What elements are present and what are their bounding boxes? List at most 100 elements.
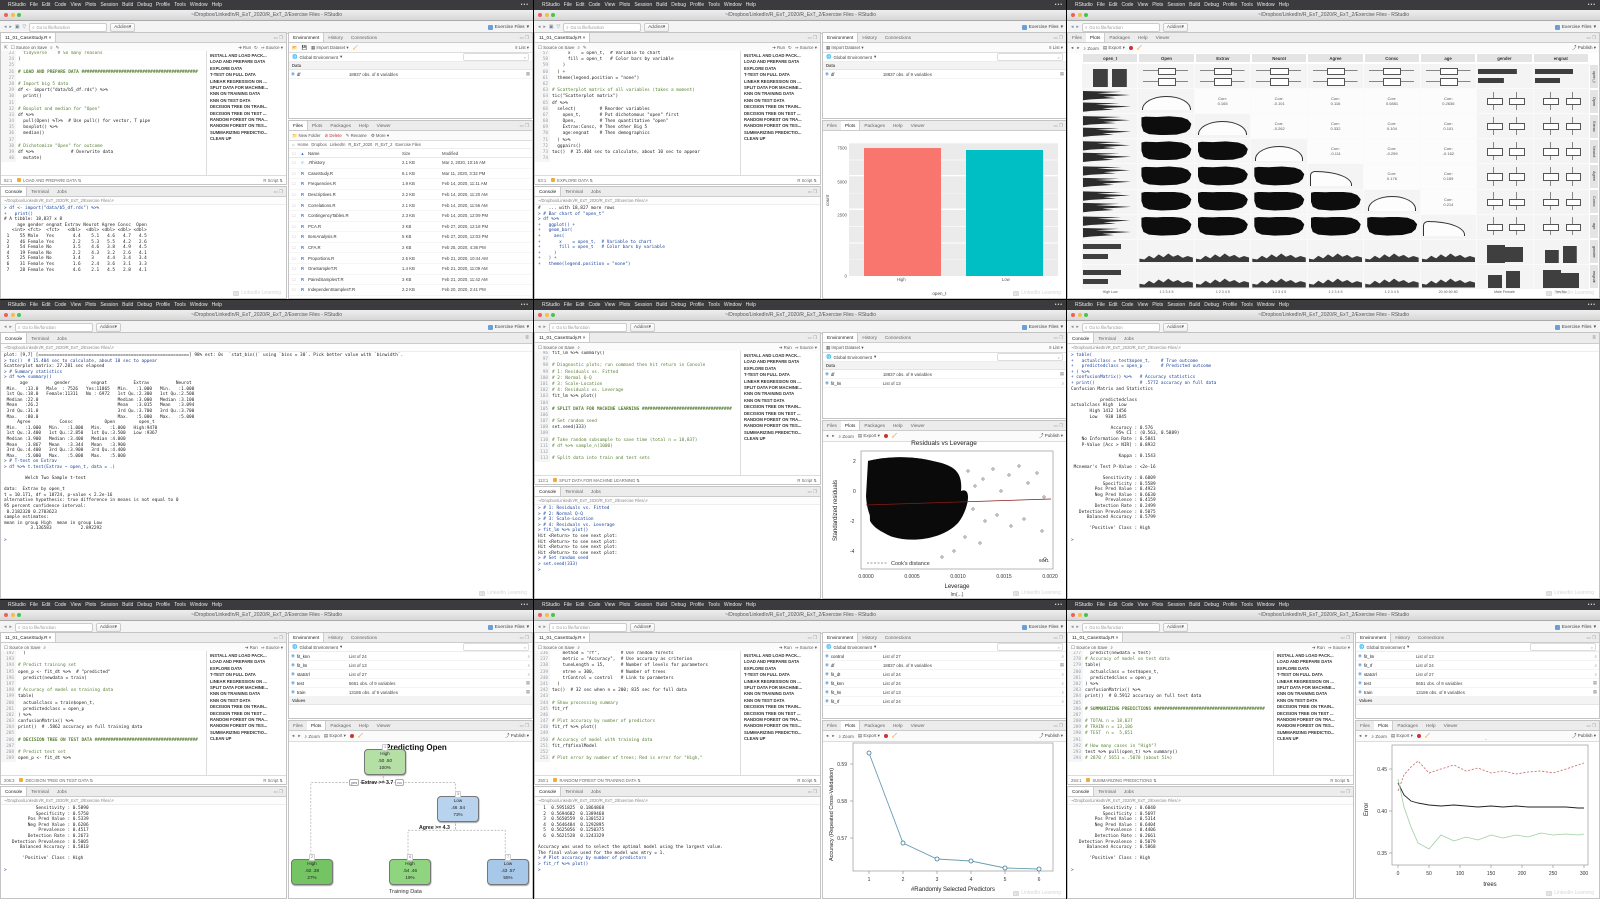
project-menu[interactable]: Exercise Files ▾ [1021,24,1063,30]
menu-extras-icon[interactable]: ••• [1588,2,1596,8]
environment-row[interactable]: ◉ fit_rf List of 24 ⌕ [1356,661,1599,670]
forward-icon[interactable]: ▸ [9,625,11,630]
source-tab[interactable]: 11_01_CaseStudy.R × [535,633,591,642]
source-on-save-checkbox[interactable]: ☐ Source on Save [538,45,574,51]
menu-item[interactable]: Build [122,2,133,8]
file-checkbox[interactable]: ☐ [292,213,297,218]
menu-extras-icon[interactable]: ••• [521,602,529,608]
publish-button[interactable]: ⤴ Publish ▾ [505,733,529,739]
menu-item[interactable]: Window [724,302,742,308]
source-tab[interactable]: 11_01_CaseStudy.R × [1,33,57,42]
source-button[interactable]: ⇒ Source ▾ [1328,645,1350,651]
history-tab[interactable]: History [324,33,347,42]
console-output[interactable]: plot: [9,7] [===========================… [1,352,532,544]
terminal-tab[interactable]: Terminal [1094,333,1120,343]
breadcrumb-item[interactable]: Home [297,142,308,147]
jobs-tab[interactable]: Jobs [1120,787,1138,796]
environment-row[interactable]: ◉ fit_lm List of 13 ⌕ [1356,652,1599,661]
back-icon[interactable]: ◂ [4,625,6,630]
chunk-label[interactable]: SUMMARIZING PREDICTIONS ⇅ [1086,777,1157,783]
environment-search-input[interactable]: ⌕ [997,353,1063,361]
pane-window-controls[interactable]: ▭ ❐ [807,787,820,796]
document-outline[interactable]: INSTALL AND LOAD PACK... LOAD AND PREPARE… [740,351,820,476]
console-tab[interactable]: Console [1068,787,1095,796]
viewer-tab[interactable]: Viewer [907,721,929,730]
menu-item[interactable]: Session [1167,2,1185,8]
menu-item[interactable]: View [604,2,615,8]
find-icon[interactable]: ⌕ [50,45,52,50]
delete-button[interactable]: ⊘ Delete [325,133,342,139]
menu-item[interactable]: Window [724,602,742,608]
forward-icon[interactable]: ▸ [1076,625,1078,630]
pane-window-controls[interactable]: ▭ ❐ [1053,33,1066,42]
pane-window-controls[interactable]: ▭ ❐ [807,333,820,342]
view-object-icon[interactable]: ⌕ [1062,654,1064,659]
pane-window-controls[interactable]: ▭ ❐ [1586,33,1599,42]
viewer-tab[interactable]: Viewer [373,721,395,730]
back-icon[interactable]: ◂ [538,25,540,30]
view-object-icon[interactable]: ▦ [1060,662,1064,668]
breadcrumb-item[interactable]: R_ExT_2 [375,142,392,147]
traffic-lights[interactable] [538,613,555,617]
menu-item[interactable]: Tools [1241,2,1253,8]
view-object-icon[interactable]: ▦ [1593,680,1597,686]
menu-item[interactable]: Help [746,602,756,608]
goto-file-input[interactable]: ⌕ Go to file/function [1081,22,1160,32]
plot-back-icon[interactable]: ◂ [292,733,294,739]
rerun-icon[interactable]: ↻ [254,45,258,51]
menu-item[interactable]: Edit [1109,302,1118,308]
menu-item[interactable]: View [70,2,81,8]
traffic-lights[interactable] [538,13,555,17]
save-workspace-icon[interactable]: 💾 [301,45,306,51]
list-view-button[interactable]: ≡ List ▾ [1049,345,1063,351]
history-tab[interactable]: History [1391,633,1414,642]
export-button[interactable]: ▤ Export ▾ [324,733,346,739]
menu-item[interactable]: Profile [690,2,704,8]
source-on-save-checkbox[interactable]: ☐ Source on Save [4,645,40,651]
plots-tab[interactable]: Plots [840,421,861,430]
menu-item[interactable]: Help [1279,2,1289,8]
menu-item[interactable]: File [1097,602,1105,608]
connections-tab[interactable]: Connections [881,633,915,642]
file-row[interactable]: ☐ R PairedSamplesT.R 3 KB Feb 21, 2020, 11:4… [289,275,532,286]
menu-item[interactable]: Session [1167,602,1185,608]
files-tab[interactable]: Files [823,721,841,730]
view-object-icon[interactable]: ⌕ [1595,654,1597,659]
menu-item[interactable]: Plots [1152,2,1163,8]
window-title-bar[interactable]: ~/Dropbox/LinkedIn/R_ExT_2020/R_ExT_2/Ex… [0,10,533,21]
document-outline[interactable]: INSTALL AND LOAD PACK... LOAD AND PREPARE… [740,651,820,776]
menu-item[interactable]: Edit [576,2,585,8]
new-file-icon[interactable]: ▣ [15,25,20,30]
pane-window-controls[interactable]: ▭ ❐ [807,33,820,42]
pane-window-controls[interactable]: ▭ ❐ [519,33,532,42]
packages-tab[interactable]: Packages [1393,721,1422,730]
run-button[interactable]: ➜ Run [245,645,258,651]
file-type-label[interactable]: R Script ⇅ [797,178,817,183]
breadcrumb-item[interactable]: Dropbox [311,142,326,147]
environment-row[interactable]: ◉ train 13186 obs. of 9 variables ▦ [1356,688,1599,697]
pane-window-controls[interactable]: ▭ ❐ [1053,121,1066,130]
menu-item[interactable]: Profile [1223,602,1237,608]
broom-icon[interactable]: 🧹 [353,45,358,51]
project-menu[interactable]: Exercise Files ▾ [487,324,529,330]
menu-item[interactable]: RStudio [1075,2,1093,8]
menu-item[interactable]: Build [1189,602,1200,608]
code-editor[interactable]: 192 ) 193 194 # Predict training set 195 open… [1,651,210,776]
console-output[interactable]: Sensitivity : 0.6040 Specificity : 0.569… [1068,805,1353,874]
menu-item[interactable]: Code [1121,302,1133,308]
breadcrumb[interactable]: ⌂ Home Dropbox LinkedIn R_ExT_2020 R_ExT_2 Exe… [289,141,532,149]
environment-row[interactable]: ◉ train 13186 obs. of 9 variables ▦ [289,688,532,697]
menu-item[interactable]: Tools [708,302,720,308]
chunk-label[interactable]: DECISION TREE ON TEST DATA ⇅ [19,777,93,783]
environment-scope[interactable]: 🌐 Global Environment ▾ ⌕ [289,643,532,652]
menu-item[interactable]: File [30,602,38,608]
view-object-icon[interactable]: ⌕ [1062,681,1064,686]
outline-item[interactable]: CLEAN UP [744,736,820,742]
document-outline[interactable]: INSTALL AND LOAD PACK... LOAD AND PREPARE… [206,51,286,176]
environment-tab[interactable]: Environment [823,33,859,42]
help-tab[interactable]: Help [1422,721,1440,730]
pane-window-controls[interactable]: ≣ [1592,333,1599,343]
menu-item[interactable]: Window [1257,2,1275,8]
menu-item[interactable]: Code [1121,2,1133,8]
rename-button[interactable]: ✎ Rename [346,133,367,139]
